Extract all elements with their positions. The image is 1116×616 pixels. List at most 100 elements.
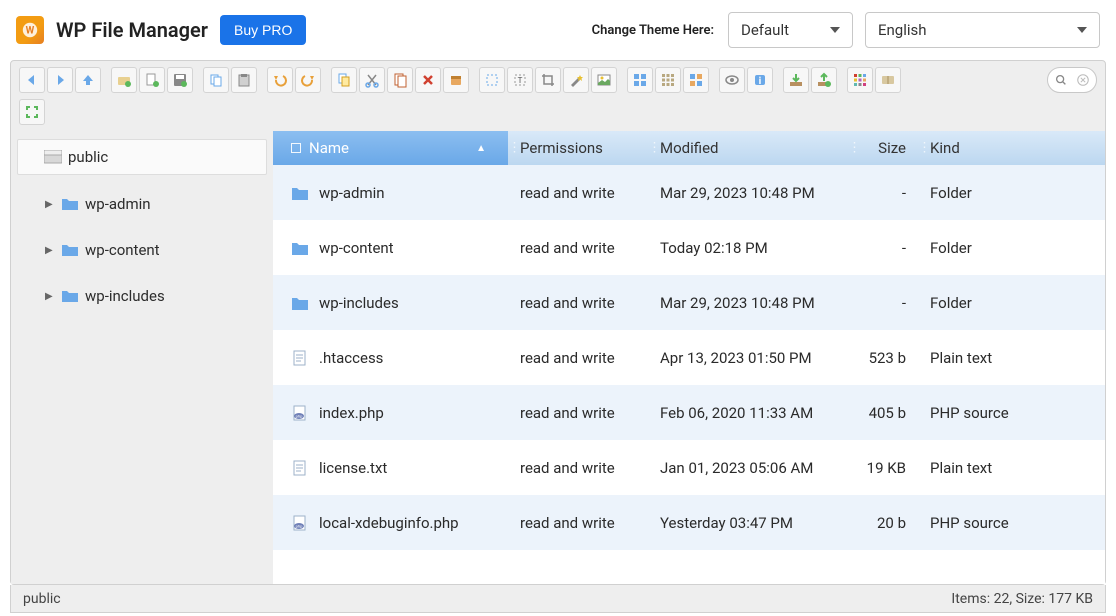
select-all-checkbox[interactable] bbox=[291, 143, 301, 153]
image-button[interactable] bbox=[591, 67, 617, 93]
column-kind[interactable]: ⋮Kind bbox=[918, 131, 1105, 165]
info-button[interactable]: i bbox=[747, 67, 773, 93]
file-modified: Mar 29, 2023 10:48 PM bbox=[648, 294, 848, 312]
file-size: 19 KB bbox=[848, 459, 918, 477]
tree-root[interactable]: ▶ public bbox=[17, 139, 267, 175]
back-button[interactable] bbox=[19, 67, 45, 93]
file-manager-panel: T i bbox=[10, 60, 1106, 585]
download-button[interactable] bbox=[783, 67, 809, 93]
column-size[interactable]: ⋮Size bbox=[848, 131, 918, 165]
cut-button[interactable] bbox=[359, 67, 385, 93]
file-modified: Apr 13, 2023 01:50 PM bbox=[648, 349, 848, 367]
column-permissions[interactable]: ⋮Permissions bbox=[508, 131, 648, 165]
list-view-button[interactable] bbox=[683, 67, 709, 93]
file-modified: Today 02:18 PM bbox=[648, 239, 848, 257]
new-folder-button[interactable] bbox=[111, 67, 137, 93]
file-row[interactable]: .htaccess read and write Apr 13, 2023 01… bbox=[273, 330, 1105, 385]
fullscreen-button[interactable] bbox=[19, 99, 45, 125]
icons-small-button[interactable] bbox=[655, 67, 681, 93]
column-headers: Name ⋮Permissions ⋮Modified ⋮Size ⋮Kind bbox=[273, 131, 1105, 165]
tree-item-label: wp-admin bbox=[85, 195, 151, 213]
folder-icon bbox=[61, 243, 79, 257]
file-size: - bbox=[848, 239, 918, 257]
buy-pro-button[interactable]: Buy PRO bbox=[220, 15, 306, 45]
svg-text:php: php bbox=[296, 523, 303, 528]
file-name: license.txt bbox=[319, 459, 387, 477]
file-kind: Folder bbox=[918, 184, 1105, 202]
file-row[interactable]: phplocal-xdebuginfo.php read and write Y… bbox=[273, 495, 1105, 550]
tree-root-label: public bbox=[68, 148, 108, 166]
file-size: - bbox=[848, 294, 918, 312]
clear-search-icon[interactable] bbox=[1076, 73, 1090, 87]
effects-button[interactable] bbox=[563, 67, 589, 93]
upload-button[interactable] bbox=[811, 67, 837, 93]
duplicate-button[interactable] bbox=[331, 67, 357, 93]
text-select-button[interactable]: T bbox=[507, 67, 533, 93]
svg-text:T: T bbox=[518, 76, 523, 85]
file-row[interactable]: wp-admin read and write Mar 29, 2023 10:… bbox=[273, 165, 1105, 220]
select-button[interactable] bbox=[479, 67, 505, 93]
copy-clipboard-button[interactable] bbox=[387, 67, 413, 93]
tree-item-label: wp-content bbox=[85, 241, 160, 259]
delete-button[interactable] bbox=[415, 67, 441, 93]
folder-icon bbox=[61, 197, 79, 211]
save-button[interactable] bbox=[167, 67, 193, 93]
file-modified: Feb 06, 2020 11:33 AM bbox=[648, 404, 848, 422]
svg-text:php: php bbox=[296, 413, 303, 418]
file-name: index.php bbox=[319, 404, 384, 422]
help-button[interactable] bbox=[875, 67, 901, 93]
theme-select[interactable]: Default bbox=[728, 12, 853, 48]
folder-icon bbox=[291, 294, 309, 312]
new-file-button[interactable] bbox=[139, 67, 165, 93]
file-permissions: read and write bbox=[508, 294, 648, 312]
file-permissions: read and write bbox=[508, 514, 648, 532]
folder-icon bbox=[61, 289, 79, 303]
drive-icon bbox=[44, 150, 62, 164]
crop-button[interactable] bbox=[535, 67, 561, 93]
file-name: wp-admin bbox=[319, 184, 385, 202]
php-file-icon: php bbox=[291, 404, 309, 422]
file-row[interactable]: wp-content read and write Today 02:18 PM… bbox=[273, 220, 1105, 275]
tree-expand-icon[interactable]: ▶ bbox=[45, 199, 55, 210]
paste-button[interactable] bbox=[231, 67, 257, 93]
theme-grid-button[interactable] bbox=[847, 67, 873, 93]
redo-button[interactable] bbox=[295, 67, 321, 93]
text-file-icon bbox=[291, 459, 309, 477]
file-permissions: read and write bbox=[508, 239, 648, 257]
column-modified[interactable]: ⋮Modified bbox=[648, 131, 848, 165]
tree-expand-icon[interactable]: ▶ bbox=[45, 291, 55, 302]
folder-icon bbox=[291, 239, 309, 257]
tree-item-wp-includes[interactable]: ▶ wp-includes bbox=[35, 279, 267, 313]
undo-button[interactable] bbox=[267, 67, 293, 93]
column-name[interactable]: Name bbox=[273, 131, 508, 165]
icons-large-button[interactable] bbox=[627, 67, 653, 93]
file-name: wp-content bbox=[319, 239, 394, 257]
forward-button[interactable] bbox=[47, 67, 73, 93]
file-size: 405 b bbox=[848, 404, 918, 422]
file-name: local-xdebuginfo.php bbox=[319, 514, 459, 532]
tree-expand-icon[interactable]: ▶ bbox=[45, 245, 55, 256]
copy-button[interactable] bbox=[203, 67, 229, 93]
file-row[interactable]: license.txt read and write Jan 01, 2023 … bbox=[273, 440, 1105, 495]
file-modified: Mar 29, 2023 10:48 PM bbox=[648, 184, 848, 202]
text-file-icon bbox=[291, 349, 309, 367]
tree-item-wp-admin[interactable]: ▶ wp-admin bbox=[35, 187, 267, 221]
status-path: public bbox=[23, 591, 61, 607]
search-input[interactable] bbox=[1047, 67, 1097, 93]
file-name: .htaccess bbox=[319, 349, 383, 367]
language-select[interactable]: English bbox=[865, 12, 1100, 48]
file-row[interactable]: phpindex.php read and write Feb 06, 2020… bbox=[273, 385, 1105, 440]
preview-button[interactable] bbox=[719, 67, 745, 93]
file-kind: Plain text bbox=[918, 349, 1105, 367]
theme-select-value: Default bbox=[741, 21, 789, 39]
status-bar: public Items: 22, Size: 177 KB bbox=[10, 585, 1106, 613]
up-button[interactable] bbox=[75, 67, 101, 93]
file-kind: Folder bbox=[918, 294, 1105, 312]
tree-item-wp-content[interactable]: ▶ wp-content bbox=[35, 233, 267, 267]
app-logo: W bbox=[16, 16, 44, 44]
theme-label: Change Theme Here: bbox=[592, 23, 714, 38]
file-row[interactable]: wp-includes read and write Mar 29, 2023 … bbox=[273, 275, 1105, 330]
search-icon bbox=[1054, 73, 1068, 87]
status-summary: Items: 22, Size: 177 KB bbox=[951, 591, 1093, 607]
archive-button[interactable] bbox=[443, 67, 469, 93]
